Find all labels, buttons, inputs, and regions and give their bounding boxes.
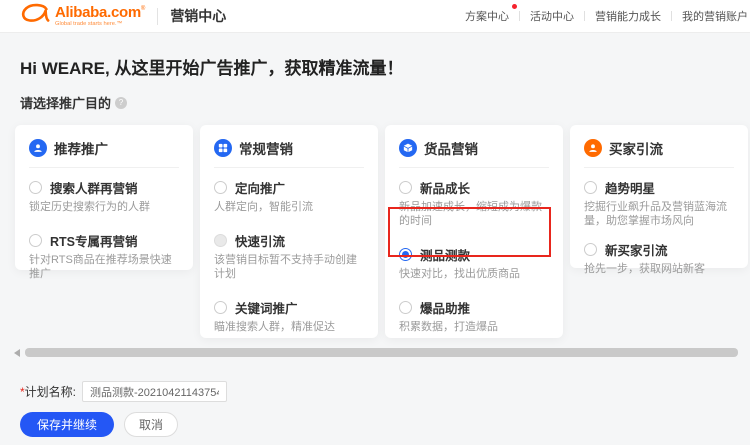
radio-unselected-icon[interactable] xyxy=(214,181,227,194)
option-description: 积累数据，打造爆品 xyxy=(399,320,549,334)
logo-text: Alibaba.com ® Global trade starts here.™ xyxy=(55,5,145,28)
promotion-goal-cards: 推荐推广 搜索人群再营销 锁定历史搜索行为的人群 RTS专属再营销 针对RTS商… xyxy=(15,125,748,338)
card-buyer-traffic: 买家引流 趋势明星 挖掘行业飙升品及营销蓝海流量，助您掌握市场风向 新买家引流 … xyxy=(570,125,748,268)
section-title: 请选择推广目的 xyxy=(20,93,111,112)
nav-item-label: 我的营销账户 xyxy=(682,11,748,23)
option-hot-product-boost[interactable]: 爆品助推 积累数据，打造爆品 xyxy=(399,298,549,334)
option-new-product-growth[interactable]: 新品成长 新品加速成长，缩短成为爆款的时间 xyxy=(399,178,549,228)
option-label[interactable]: 趋势明星 xyxy=(605,178,655,197)
option-description: 挖掘行业飙升品及营销蓝海流量，助您掌握市场风向 xyxy=(584,200,734,228)
card-header: 常规营销 xyxy=(214,138,364,168)
alibaba-logo-icon xyxy=(20,3,50,29)
option-label[interactable]: 爆品助推 xyxy=(420,298,470,317)
save-and-continue-button[interactable]: 保存并继续 xyxy=(20,412,114,437)
nav-item-label: 活动中心 xyxy=(530,11,574,23)
logo-brand-text: Alibaba.com xyxy=(55,5,141,20)
header-nav: 方案中心 活动中心 营销能力成长 我的营销账户 xyxy=(455,8,750,24)
option-description: 新品加速成长，缩短成为爆款的时间 xyxy=(399,200,549,228)
header-divider xyxy=(157,8,158,25)
nav-item-marketing-growth[interactable]: 营销能力成长 xyxy=(585,8,671,24)
option-label[interactable]: 新买家引流 xyxy=(605,240,668,259)
plan-name-label-text: 计划名称: xyxy=(25,385,76,399)
card-header: 货品营销 xyxy=(399,138,549,168)
option-keyword-promotion[interactable]: 关键词推广 瞄准搜索人群，精准促达 xyxy=(214,298,364,334)
option-product-testing[interactable]: 测品测款 快速对比，找出优质商品 xyxy=(399,245,549,281)
card-regular-marketing: 常规营销 定向推广 人群定向，智能引流 快速引流 该营销目标暂不支持手动创建计划… xyxy=(200,125,378,338)
card-title: 推荐推广 xyxy=(54,138,108,158)
option-targeted-promotion[interactable]: 定向推广 人群定向，智能引流 xyxy=(214,178,364,214)
notification-dot xyxy=(512,4,517,9)
user-icon xyxy=(584,139,602,157)
scroll-left-arrow[interactable] xyxy=(14,349,20,357)
nav-item-label: 营销能力成长 xyxy=(595,11,661,23)
alibaba-logo[interactable]: Alibaba.com ® Global trade starts here.™ xyxy=(20,3,145,29)
radio-unselected-icon[interactable] xyxy=(399,301,412,314)
nav-item-activity-center[interactable]: 活动中心 xyxy=(520,8,584,24)
option-search-audience-remarketing[interactable]: 搜索人群再营销 锁定历史搜索行为的人群 xyxy=(29,178,179,214)
card-product-marketing: 货品营销 新品成长 新品加速成长，缩短成为爆款的时间 测品测款 快速对比，找出优… xyxy=(385,125,563,338)
section-header: 请选择推广目的 ? xyxy=(20,93,127,112)
plan-name-input[interactable] xyxy=(82,381,227,402)
option-description: 针对RTS商品在推荐场景快速推广 xyxy=(29,253,179,281)
option-label: 快速引流 xyxy=(235,231,285,250)
radio-unselected-icon[interactable] xyxy=(214,301,227,314)
radio-unselected-icon[interactable] xyxy=(584,181,597,194)
card-recommend-promotion: 推荐推广 搜索人群再营销 锁定历史搜索行为的人群 RTS专属再营销 针对RTS商… xyxy=(15,125,193,270)
option-label[interactable]: 关键词推广 xyxy=(235,298,298,317)
page-greeting: Hi WEARE, 从这里开始广告推广，获取精准流量！ xyxy=(20,54,403,79)
action-buttons: 保存并继续 取消 xyxy=(20,412,178,437)
radio-unselected-icon[interactable] xyxy=(584,243,597,256)
grid-icon xyxy=(214,139,232,157)
option-rts-exclusive-remarketing[interactable]: RTS专属再营销 针对RTS商品在推荐场景快速推广 xyxy=(29,231,179,281)
registered-mark: ® xyxy=(141,6,145,12)
card-title: 货品营销 xyxy=(424,138,478,158)
package-icon xyxy=(399,139,417,157)
radio-selected-icon[interactable] xyxy=(399,248,412,261)
nav-item-my-marketing-account[interactable]: 我的营销账户 xyxy=(672,8,750,24)
radio-disabled-icon xyxy=(214,234,227,247)
option-trend-star[interactable]: 趋势明星 挖掘行业飙升品及营销蓝海流量，助您掌握市场风向 xyxy=(584,178,734,228)
option-label[interactable]: 搜索人群再营销 xyxy=(50,178,138,197)
radio-unselected-icon[interactable] xyxy=(29,234,42,247)
radio-unselected-icon[interactable] xyxy=(399,181,412,194)
option-description: 锁定历史搜索行为的人群 xyxy=(29,200,179,214)
nav-item-solution-center[interactable]: 方案中心 xyxy=(455,8,519,24)
option-description: 该营销目标暂不支持手动创建计划 xyxy=(214,253,364,281)
option-description: 瞄准搜索人群，精准促达 xyxy=(214,320,364,334)
nav-item-label: 方案中心 xyxy=(465,11,509,23)
option-label[interactable]: RTS专属再营销 xyxy=(50,231,138,250)
app-title: 营销中心 xyxy=(170,6,226,26)
cancel-button[interactable]: 取消 xyxy=(124,412,178,437)
help-icon[interactable]: ? xyxy=(115,97,127,109)
card-title: 买家引流 xyxy=(609,138,663,158)
option-quick-traffic: 快速引流 该营销目标暂不支持手动创建计划 xyxy=(214,231,364,281)
option-description: 快速对比，找出优质商品 xyxy=(399,267,549,281)
card-title: 常规营销 xyxy=(239,138,293,158)
plan-name-form: *计划名称: xyxy=(20,381,227,402)
option-label[interactable]: 定向推广 xyxy=(235,178,285,197)
radio-unselected-icon[interactable] xyxy=(29,181,42,194)
logo-tagline: Global trade starts here.™ xyxy=(55,21,129,27)
option-description: 抢先一步，获取网站新客 xyxy=(584,262,734,276)
horizontal-scrollbar[interactable] xyxy=(25,348,738,357)
card-header: 买家引流 xyxy=(584,138,734,168)
user-icon xyxy=(29,139,47,157)
option-new-buyer-traffic[interactable]: 新买家引流 抢先一步，获取网站新客 xyxy=(584,240,734,276)
top-header: Alibaba.com ® Global trade starts here.™… xyxy=(0,0,750,33)
plan-name-label: *计划名称: xyxy=(20,383,76,400)
option-label[interactable]: 新品成长 xyxy=(420,178,470,197)
card-header: 推荐推广 xyxy=(29,138,179,168)
option-label[interactable]: 测品测款 xyxy=(420,245,470,264)
option-description: 人群定向，智能引流 xyxy=(214,200,364,214)
